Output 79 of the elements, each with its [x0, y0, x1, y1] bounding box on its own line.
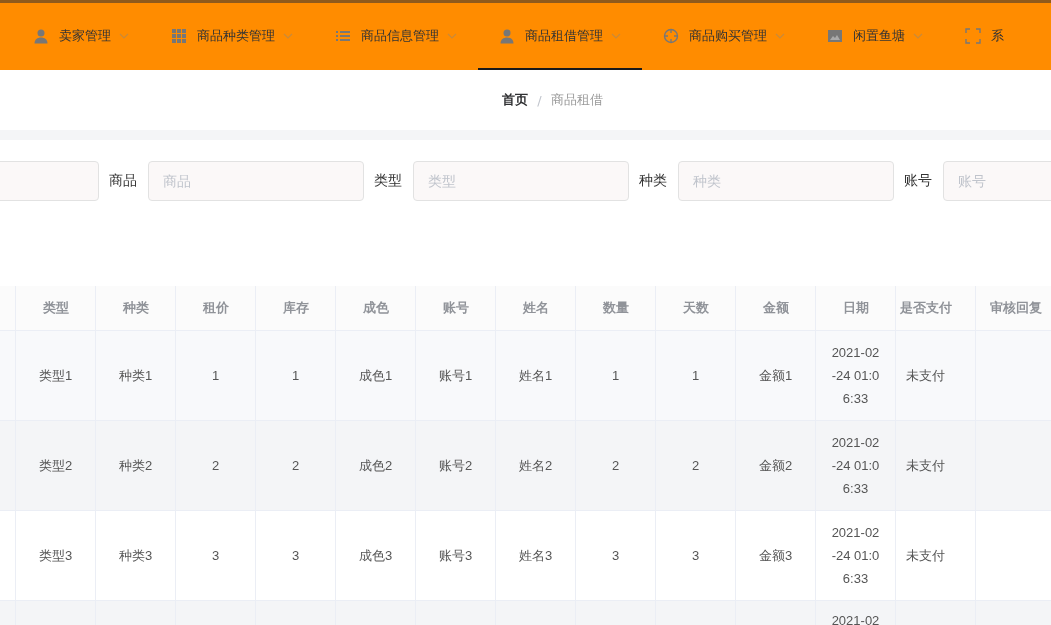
search-field[interactable]: 类型: [413, 161, 629, 201]
table-cell: 2: [656, 421, 736, 511]
table-cell: 种类2: [96, 421, 176, 511]
frame-icon: [965, 27, 981, 44]
table-cell: 账号3: [416, 511, 496, 601]
chevron-down-icon: [775, 32, 785, 39]
table-cell: 金额3: [736, 511, 816, 601]
person-icon: [33, 27, 49, 44]
grid-icon: [171, 27, 187, 44]
column-header: 种类: [96, 286, 176, 331]
compass-icon: [663, 27, 679, 44]
search-label: 类型: [374, 172, 402, 190]
chevron-down-icon: [611, 32, 621, 39]
chevron-down-icon: [283, 32, 293, 39]
image-icon: [827, 27, 843, 44]
column-header: 类型: [16, 286, 96, 331]
search-field[interactable]: 账号: [943, 161, 1051, 201]
table-cell: 姓名3: [496, 511, 576, 601]
table-cell: 2021-02-24 01:06:33: [816, 511, 896, 601]
table-cell: 未支付: [896, 331, 976, 421]
table-cell: 未支付: [896, 511, 976, 601]
table-cell: 未支付: [896, 421, 976, 511]
breadcrumb-separator: /: [537, 92, 542, 108]
nav-menu-item[interactable]: 系: [944, 3, 1004, 70]
column-header: 天数: [656, 286, 736, 331]
table-cell: 1: [576, 331, 656, 421]
search-label: 种类: [639, 172, 667, 190]
breadcrumb-link[interactable]: 首页: [502, 91, 529, 109]
column-header: 日期: [816, 286, 896, 331]
table-cell: 1: [656, 331, 736, 421]
column-header: 数量: [576, 286, 656, 331]
table-cell: 类型1: [16, 331, 96, 421]
table-cell: 成色2: [336, 421, 416, 511]
search-field[interactable]: 种类: [678, 161, 894, 201]
person-icon: [499, 27, 515, 44]
chevron-down-icon: [447, 32, 457, 39]
table-cell: 3: [656, 511, 736, 601]
nav-menu-item[interactable]: 商品信息管理: [314, 3, 478, 70]
column-header: 金额: [736, 286, 816, 331]
nav-menu-item[interactable]: 商品租借管理: [478, 3, 642, 70]
table-cell: 种类3: [96, 511, 176, 601]
table-cell: 成色1: [336, 331, 416, 421]
column-header: 租价: [176, 286, 256, 331]
table-cell: 2021-02-24 01:06:33: [816, 331, 896, 421]
column-header: 账号: [416, 286, 496, 331]
column-header: 库存: [256, 286, 336, 331]
table-cell: 2021-02-24 01:06:33: [816, 421, 896, 511]
table-cell: 姓名2: [496, 421, 576, 511]
column-header: 审核回复: [976, 286, 1051, 331]
table-cell: 账号1: [416, 331, 496, 421]
table-cell: 账号2: [416, 421, 496, 511]
nav-menu-item[interactable]: 卖家管理: [12, 3, 150, 70]
table-cell: 1: [176, 331, 256, 421]
column-header: 是否支付: [896, 286, 976, 331]
column-header: 成色: [336, 286, 416, 331]
column-header: 姓名: [496, 286, 576, 331]
table-cell: 成色3: [336, 511, 416, 601]
table-cell: 3: [576, 511, 656, 601]
search-label: 账号: [904, 172, 932, 190]
table-cell: 1: [256, 331, 336, 421]
nav-menu-item[interactable]: 商品购买管理: [642, 3, 806, 70]
table-cell: 2: [576, 421, 656, 511]
table-cell: 2: [176, 421, 256, 511]
search-field[interactable]: 商品: [148, 161, 364, 201]
table-cell: 2: [256, 421, 336, 511]
table-cell: 金额2: [736, 421, 816, 511]
chevron-down-icon: [119, 32, 129, 39]
table-cell: 种类1: [96, 331, 176, 421]
table-cell: 2021-02: [816, 601, 896, 625]
table-cell: 金额1: [736, 331, 816, 421]
chevron-down-icon: [913, 32, 923, 39]
table-cell: 3: [176, 511, 256, 601]
table-cell: 3: [256, 511, 336, 601]
nav-menu-item[interactable]: 商品种类管理: [150, 3, 314, 70]
nav-menu-item[interactable]: 闲置鱼塘: [806, 3, 944, 70]
table-cell: 类型3: [16, 511, 96, 601]
table-cell: 类型2: [16, 421, 96, 511]
table-cell: 姓名1: [496, 331, 576, 421]
search-label: 商品: [109, 172, 137, 190]
